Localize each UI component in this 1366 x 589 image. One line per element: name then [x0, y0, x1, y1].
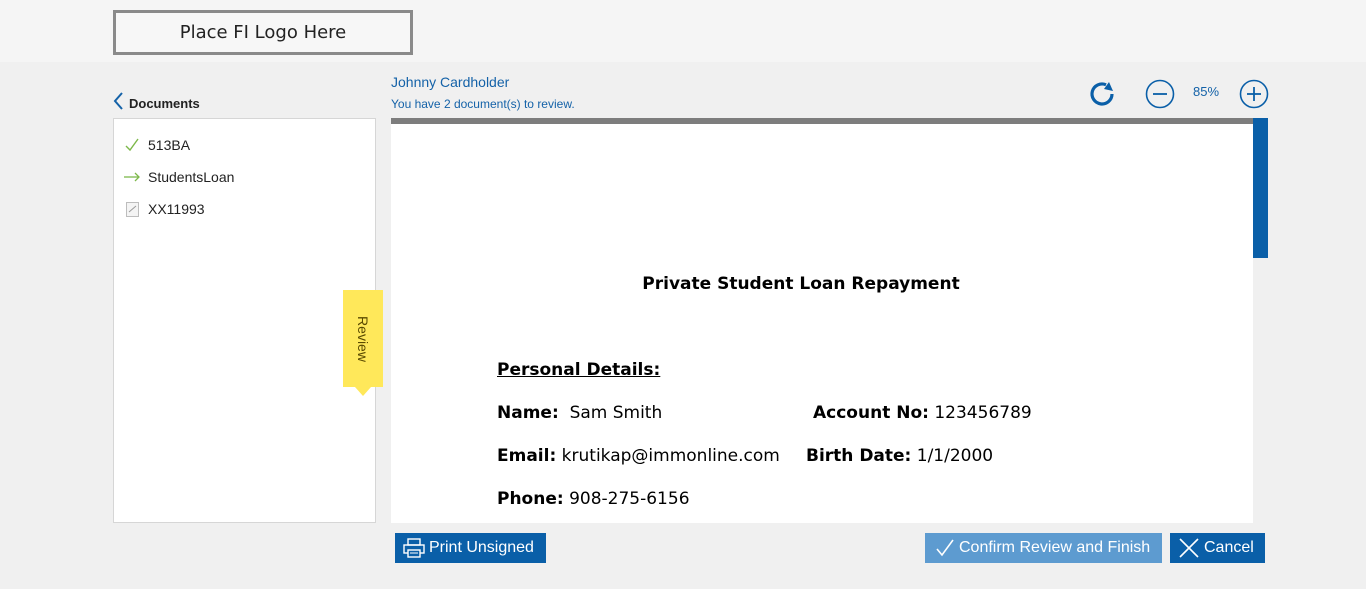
cancel-button[interactable]: Cancel [1170, 533, 1265, 563]
field-value: Sam Smith [569, 403, 663, 423]
list-item-label: StudentsLoan [148, 169, 235, 185]
check-icon [124, 137, 140, 153]
field-label: Phone: [497, 489, 564, 509]
close-icon [1178, 537, 1200, 559]
field-phone: Phone: 908-275-6156 [497, 489, 690, 509]
confirm-review-button[interactable]: Confirm Review and Finish [925, 533, 1162, 563]
field-email: Email: krutikap@immonline.com [497, 446, 780, 466]
list-item-label: 513BA [148, 137, 191, 153]
zoom-out-button[interactable] [1145, 79, 1175, 114]
review-tab[interactable]: Review [343, 290, 383, 396]
field-name: Name: Sam Smith [497, 403, 662, 423]
chevron-left-icon [113, 92, 123, 110]
printer-icon [403, 538, 425, 558]
document-list: 513BA StudentsLoan XX11993 [113, 118, 376, 523]
top-bar: Place FI Logo Here [0, 0, 1366, 62]
check-icon [935, 538, 955, 558]
zoom-in-button[interactable] [1239, 79, 1269, 114]
field-label: Name: [497, 403, 559, 423]
list-item-studentsloan[interactable]: StudentsLoan [124, 166, 234, 188]
plus-circle-icon [1239, 79, 1269, 109]
refresh-button[interactable] [1086, 78, 1118, 115]
minus-circle-icon [1145, 79, 1175, 109]
field-value: 123456789 [934, 403, 1032, 423]
review-tab-label: Review [355, 315, 371, 362]
document-icon [124, 201, 140, 217]
documents-back-button[interactable]: Documents [112, 90, 200, 112]
field-value: krutikap@immonline.com [561, 446, 780, 466]
review-count-message: You have 2 document(s) to review. [391, 97, 575, 111]
list-item-label: XX11993 [148, 201, 205, 217]
field-value: 908-275-6156 [569, 489, 690, 509]
list-item-xx11993[interactable]: XX11993 [124, 198, 205, 220]
user-name: Johnny Cardholder [391, 74, 510, 90]
field-birth-date: Birth Date: 1/1/2000 [806, 446, 993, 466]
scrollbar-thumb[interactable] [1253, 118, 1268, 258]
field-label: Birth Date: [806, 446, 912, 466]
refresh-icon [1090, 82, 1114, 106]
document-viewer[interactable]: Private Student Loan Repayment Personal … [391, 124, 1253, 523]
cancel-label: Cancel [1204, 539, 1254, 556]
confirm-review-label: Confirm Review and Finish [959, 539, 1151, 556]
document-title: Private Student Loan Repayment [642, 274, 960, 294]
section-heading: Personal Details: [497, 360, 661, 380]
field-account: Account No: 123456789 [813, 403, 1032, 423]
review-tab-notch [355, 387, 371, 396]
print-unsigned-label: Print Unsigned [429, 539, 534, 556]
zoom-level: 85% [1192, 84, 1220, 99]
field-value: 1/1/2000 [916, 446, 994, 466]
field-label: Account No: [813, 403, 929, 423]
documents-title: Documents [129, 95, 200, 111]
arrow-right-icon [124, 169, 140, 185]
field-label: Email: [497, 446, 557, 466]
list-item-513ba[interactable]: 513BA [124, 134, 190, 156]
logo-placeholder: Place FI Logo Here [113, 10, 413, 55]
print-unsigned-button[interactable]: Print Unsigned [395, 533, 546, 563]
